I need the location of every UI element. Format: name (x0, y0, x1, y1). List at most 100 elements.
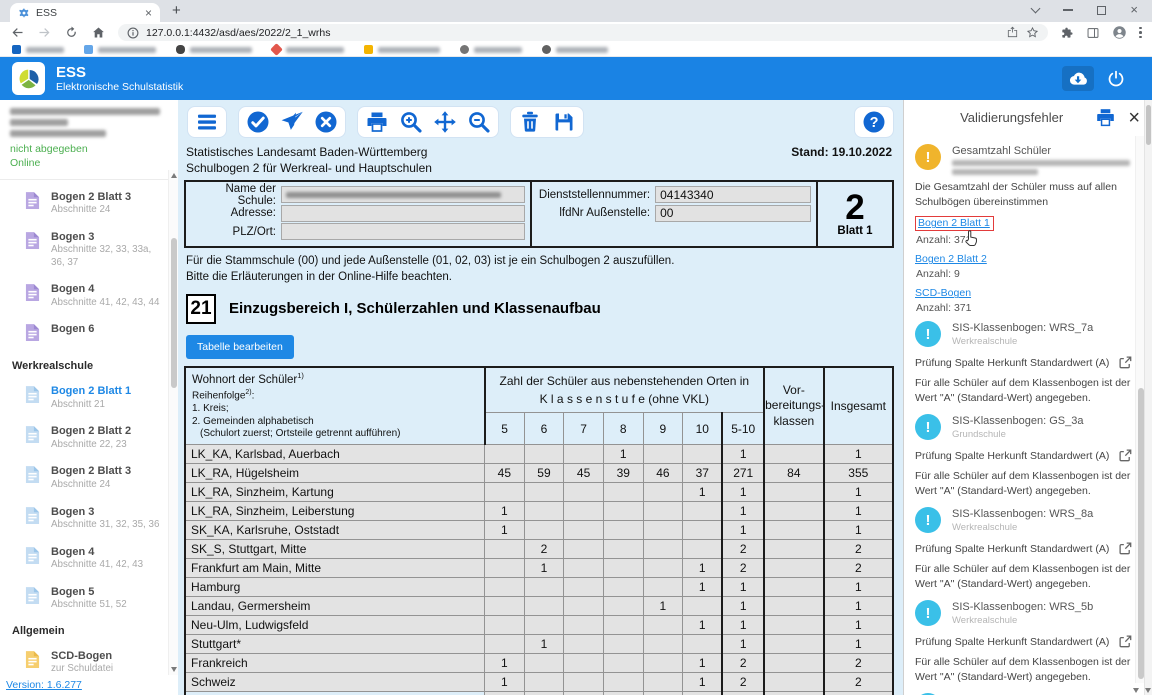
scroll-down-icon[interactable] (171, 667, 177, 672)
grade-cell[interactable]: 1 (722, 635, 764, 654)
grade-cell[interactable] (643, 559, 683, 578)
total-cell[interactable]: 1 (824, 483, 893, 502)
grade-cell[interactable]: 1 (485, 502, 525, 521)
scroll-down-icon[interactable] (1133, 688, 1139, 693)
bookmark-item[interactable] (84, 45, 156, 54)
grade-cell[interactable] (564, 559, 604, 578)
window-maximize-button[interactable] (1097, 6, 1106, 15)
grade-cell[interactable]: 1 (485, 673, 525, 692)
place-cell[interactable]: Stuttgart* (185, 635, 485, 654)
window-scrollbar[interactable] (1144, 100, 1152, 695)
total-cell[interactable]: 1 (824, 616, 893, 635)
grade-cell[interactable] (564, 521, 604, 540)
extensions-puzzle-icon[interactable] (1060, 26, 1074, 40)
vkl-cell[interactable] (764, 483, 823, 502)
place-cell[interactable]: LK_KA, Karlsbad, Auerbach (185, 445, 485, 464)
bookmark-star-icon[interactable] (1026, 26, 1039, 39)
reload-button[interactable] (64, 25, 79, 40)
vkl-cell[interactable] (764, 578, 823, 597)
grade-cell[interactable] (564, 654, 604, 673)
grade-cell[interactable] (683, 635, 723, 654)
grade-cell[interactable] (524, 578, 564, 597)
grade-cell[interactable] (643, 445, 683, 464)
print-icon[interactable] (365, 110, 389, 134)
grade-cell[interactable]: 2 (524, 540, 564, 559)
vkl-cell[interactable] (764, 521, 823, 540)
total-cell[interactable]: 1 (824, 597, 893, 616)
place-cell[interactable]: Schweiz (185, 673, 485, 692)
validation-link[interactable]: Bogen 2 Blatt 2 (915, 253, 987, 265)
vkl-cell[interactable] (764, 673, 823, 692)
total-cell[interactable]: 2 (824, 673, 893, 692)
sidebar-scrollbar[interactable] (168, 170, 178, 675)
grade-cell[interactable] (603, 540, 643, 559)
sidebar-item[interactable]: Bogen 4Abschnitte 41, 42, 43, 44 (25, 282, 162, 309)
scroll-thumb[interactable] (1138, 388, 1144, 679)
browser-tab[interactable]: ESS × (10, 3, 160, 22)
zoom-in-icon[interactable] (399, 110, 423, 134)
move-icon[interactable] (433, 110, 457, 134)
bookmark-item[interactable] (272, 45, 344, 54)
grade-cell[interactable] (524, 445, 564, 464)
home-button[interactable] (91, 25, 106, 40)
sidebar-item[interactable]: Bogen 2 Blatt 2Abschnitte 22, 23 (25, 424, 162, 451)
grade-cell[interactable]: 1 (722, 521, 764, 540)
grade-cell[interactable] (564, 673, 604, 692)
total-cell[interactable]: 1 (824, 578, 893, 597)
grade-cell[interactable]: 1 (683, 654, 723, 673)
total-cell[interactable]: 1 (824, 635, 893, 654)
grade-cell[interactable] (485, 578, 525, 597)
grade-cell[interactable]: 271 (722, 464, 764, 483)
panel-scrollbar[interactable] (1135, 136, 1144, 683)
scroll-down-icon[interactable] (1145, 688, 1151, 693)
grade-cell[interactable] (485, 597, 525, 616)
place-cell[interactable]: Hamburg (185, 578, 485, 597)
vkl-cell[interactable] (764, 635, 823, 654)
site-info-icon[interactable] (127, 27, 139, 39)
grade-cell[interactable] (485, 540, 525, 559)
grade-cell[interactable]: 1 (683, 559, 723, 578)
grade-cell[interactable] (603, 502, 643, 521)
vkl-cell[interactable] (764, 597, 823, 616)
window-chevron-icon[interactable] (1031, 3, 1041, 13)
grade-cell[interactable] (564, 483, 604, 502)
bookmark-item[interactable] (542, 45, 608, 54)
bookmark-item[interactable] (12, 45, 64, 54)
grade-cell[interactable] (564, 597, 604, 616)
grade-cell[interactable]: 2 (722, 673, 764, 692)
open-external-icon[interactable] (1119, 356, 1132, 369)
grade-cell[interactable] (603, 616, 643, 635)
grade-cell[interactable]: 1 (722, 483, 764, 502)
total-cell[interactable]: 2 (824, 540, 893, 559)
place-cell[interactable]: Neu-Ulm, Ludwigsfeld (185, 616, 485, 635)
grade-cell[interactable] (603, 597, 643, 616)
place-cell[interactable]: Frankfurt am Main, Mitte (185, 559, 485, 578)
sidebar-item[interactable]: Bogen 4Abschnitte 41, 42, 43 (25, 545, 162, 572)
grade-cell[interactable] (643, 502, 683, 521)
place-cell[interactable]: LK_RA, Hügelsheim (185, 464, 485, 483)
grade-cell[interactable] (524, 616, 564, 635)
side-panel-icon[interactable] (1086, 26, 1100, 40)
place-cell[interactable]: LK_RA, Sinzheim, Kartung (185, 483, 485, 502)
grade-cell[interactable]: 1 (683, 673, 723, 692)
grade-cell[interactable] (524, 654, 564, 673)
browser-menu-icon[interactable] (1139, 27, 1142, 39)
total-cell[interactable]: 1 (824, 445, 893, 464)
save-icon[interactable] (552, 110, 576, 134)
cancel-x-icon[interactable] (314, 110, 338, 134)
sidebar-item[interactable]: Bogen 5Abschnitte 51, 52 (25, 585, 162, 612)
bookmark-item[interactable] (460, 45, 522, 54)
place-cell[interactable]: SK_KA, Karlsruhe, Oststadt (185, 521, 485, 540)
address-bar[interactable]: 127.0.0.1:4432/asd/aes/2022/2_1_wrhs (118, 24, 1048, 41)
grade-cell[interactable]: 1 (722, 502, 764, 521)
grade-cell[interactable] (643, 673, 683, 692)
grade-cell[interactable] (603, 578, 643, 597)
forward-button[interactable] (37, 25, 52, 40)
sidebar-item[interactable]: Bogen 3Abschnitte 31, 32, 35, 36 (25, 505, 162, 532)
grade-cell[interactable]: 1 (485, 521, 525, 540)
grade-cell[interactable] (683, 540, 723, 559)
profile-avatar-icon[interactable] (1112, 25, 1127, 40)
sidebar-item[interactable]: Bogen 3Abschnitte 32, 33, 33a, 36, 37 (25, 230, 162, 270)
grade-cell[interactable]: 1 (524, 559, 564, 578)
grade-cell[interactable]: 1 (683, 616, 723, 635)
